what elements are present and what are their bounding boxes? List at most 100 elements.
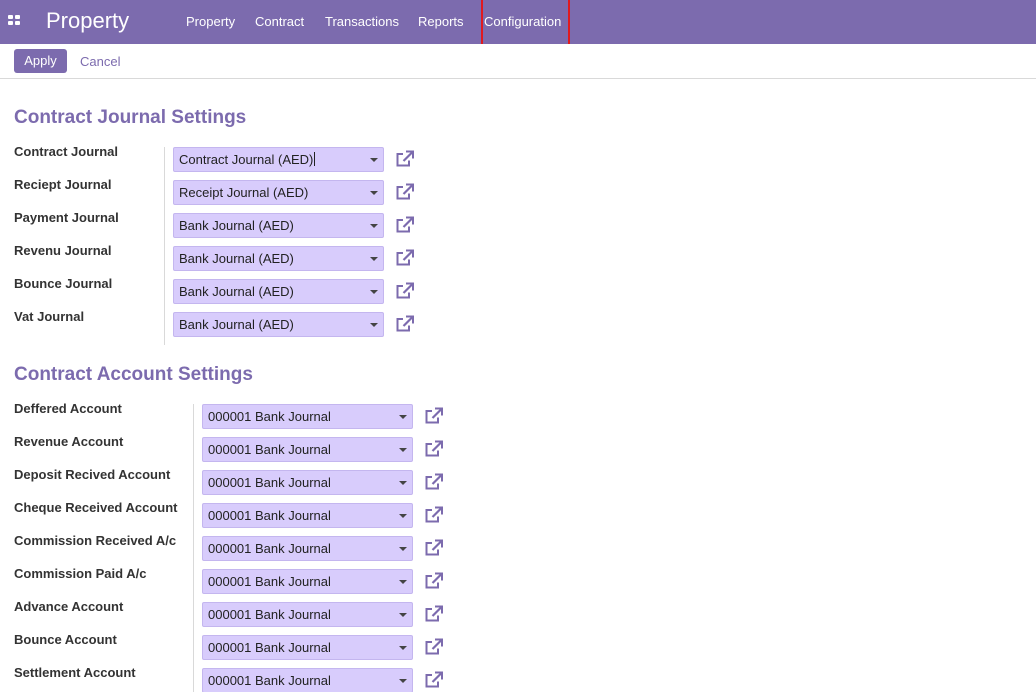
caret-down-icon[interactable] — [399, 448, 407, 452]
bounce-account-value: 000001 Bank Journal — [208, 640, 331, 656]
payment-journal-select[interactable]: Bank Journal (AED) — [173, 213, 384, 238]
commission-paid-a-c-value-text: 000001 Bank Journal — [208, 574, 331, 589]
commission-paid-a-c-value: 000001 Bank Journal — [208, 574, 331, 590]
external-link-icon[interactable] — [395, 150, 415, 168]
external-link-icon[interactable] — [424, 506, 444, 524]
payment-journal-value-text: Bank Journal (AED) — [179, 218, 294, 233]
caret-down-icon[interactable] — [370, 257, 378, 261]
cancel-button[interactable]: Cancel — [80, 54, 120, 70]
contract-journal-value-text: Contract Journal (AED) — [179, 152, 314, 167]
account-section-title: Contract Account Settings — [14, 364, 253, 385]
account-divider — [193, 404, 194, 692]
vat-journal-label: Vat Journal — [14, 309, 85, 324]
bounce-account-label: Bounce Account — [14, 632, 117, 647]
caret-down-icon[interactable] — [399, 613, 407, 617]
commission-received-a-c-value: 000001 Bank Journal — [208, 541, 331, 557]
settlement-account-label: Settlement Account — [14, 665, 136, 680]
settlement-account-select[interactable]: 000001 Bank Journal — [202, 668, 413, 692]
advance-account-value-text: 000001 Bank Journal — [208, 607, 331, 622]
revenu-journal-select[interactable]: Bank Journal (AED) — [173, 246, 384, 271]
deposit-recived-account-value-text: 000001 Bank Journal — [208, 475, 331, 490]
settlement-account-value-text: 000001 Bank Journal — [208, 673, 331, 688]
text-cursor — [314, 152, 316, 166]
commission-received-a-c-label: Commission Received A/c — [14, 533, 177, 548]
advance-account-label: Advance Account — [14, 599, 124, 614]
cheque-received-account-select[interactable]: 000001 Bank Journal — [202, 503, 413, 528]
external-link-icon[interactable] — [424, 539, 444, 557]
external-link-icon[interactable] — [424, 605, 444, 623]
contract-journal-value: Contract Journal (AED) — [179, 152, 316, 168]
external-link-icon[interactable] — [395, 315, 415, 333]
deposit-recived-account-label: Deposit Recived Account — [14, 467, 171, 482]
menu-reports[interactable]: Reports — [418, 14, 464, 30]
commission-paid-a-c-select[interactable]: 000001 Bank Journal — [202, 569, 413, 594]
caret-down-icon[interactable] — [370, 224, 378, 228]
reciept-journal-label: Reciept Journal — [14, 177, 112, 192]
commission-received-a-c-select[interactable]: 000001 Bank Journal — [202, 536, 413, 561]
menu-transactions[interactable]: Transactions — [325, 14, 399, 30]
caret-down-icon[interactable] — [399, 547, 407, 551]
external-link-icon[interactable] — [395, 216, 415, 234]
contract-journal-select[interactable]: Contract Journal (AED) — [173, 147, 384, 172]
revenue-account-label: Revenue Account — [14, 434, 124, 449]
vat-journal-value-text: Bank Journal (AED) — [179, 317, 294, 332]
external-link-icon[interactable] — [395, 183, 415, 201]
vat-journal-select[interactable]: Bank Journal (AED) — [173, 312, 384, 337]
caret-down-icon[interactable] — [370, 290, 378, 294]
apply-button[interactable]: Apply — [14, 49, 67, 73]
caret-down-icon[interactable] — [370, 191, 378, 195]
deposit-recived-account-select[interactable]: 000001 Bank Journal — [202, 470, 413, 495]
external-link-icon[interactable] — [395, 249, 415, 267]
payment-journal-label: Payment Journal — [14, 210, 119, 225]
external-link-icon[interactable] — [424, 638, 444, 656]
apps-grid-icon[interactable] — [8, 15, 20, 25]
control-panel: Apply Cancel — [0, 44, 1036, 79]
caret-down-icon[interactable] — [399, 481, 407, 485]
deposit-recived-account-value: 000001 Bank Journal — [208, 475, 331, 491]
caret-down-icon[interactable] — [370, 158, 378, 162]
commission-paid-a-c-label: Commission Paid A/c — [14, 566, 147, 581]
bounce-journal-value-text: Bank Journal (AED) — [179, 284, 294, 299]
external-link-icon[interactable] — [424, 473, 444, 491]
caret-down-icon[interactable] — [399, 679, 407, 683]
external-link-icon[interactable] — [424, 440, 444, 458]
deffered-account-select[interactable]: 000001 Bank Journal — [202, 404, 413, 429]
caret-down-icon[interactable] — [399, 646, 407, 650]
advance-account-select[interactable]: 000001 Bank Journal — [202, 602, 413, 627]
caret-down-icon[interactable] — [399, 580, 407, 584]
contract-journal-label: Contract Journal — [14, 144, 119, 159]
revenu-journal-label: Revenu Journal — [14, 243, 112, 258]
cheque-received-account-value-text: 000001 Bank Journal — [208, 508, 331, 523]
journal-divider — [164, 147, 165, 345]
external-link-icon[interactable] — [424, 407, 444, 425]
reciept-journal-value-text: Receipt Journal (AED) — [179, 185, 309, 200]
app-brand[interactable]: Property — [46, 8, 129, 34]
bounce-journal-value: Bank Journal (AED) — [179, 284, 294, 300]
menu-property[interactable]: Property — [186, 14, 235, 30]
revenue-account-value-text: 000001 Bank Journal — [208, 442, 331, 457]
commission-received-a-c-value-text: 000001 Bank Journal — [208, 541, 331, 556]
caret-down-icon[interactable] — [399, 415, 407, 419]
revenu-journal-value-text: Bank Journal (AED) — [179, 251, 294, 266]
bounce-journal-label: Bounce Journal — [14, 276, 113, 291]
caret-down-icon[interactable] — [370, 323, 378, 327]
bounce-journal-select[interactable]: Bank Journal (AED) — [173, 279, 384, 304]
deffered-account-label: Deffered Account — [14, 401, 122, 416]
cheque-received-account-value: 000001 Bank Journal — [208, 508, 331, 524]
vat-journal-value: Bank Journal (AED) — [179, 317, 294, 333]
cheque-received-account-label: Cheque Received Account — [14, 500, 178, 515]
bounce-account-select[interactable]: 000001 Bank Journal — [202, 635, 413, 660]
deffered-account-value: 000001 Bank Journal — [208, 409, 331, 425]
external-link-icon[interactable] — [395, 282, 415, 300]
revenue-account-value: 000001 Bank Journal — [208, 442, 331, 458]
caret-down-icon[interactable] — [399, 514, 407, 518]
revenue-account-select[interactable]: 000001 Bank Journal — [202, 437, 413, 462]
reciept-journal-value: Receipt Journal (AED) — [179, 185, 308, 201]
settlement-account-value: 000001 Bank Journal — [208, 673, 331, 689]
external-link-icon[interactable] — [424, 671, 444, 689]
external-link-icon[interactable] — [424, 572, 444, 590]
menu-contract[interactable]: Contract — [255, 14, 304, 30]
reciept-journal-select[interactable]: Receipt Journal (AED) — [173, 180, 384, 205]
deffered-account-value-text: 000001 Bank Journal — [208, 409, 331, 424]
bounce-account-value-text: 000001 Bank Journal — [208, 640, 331, 655]
